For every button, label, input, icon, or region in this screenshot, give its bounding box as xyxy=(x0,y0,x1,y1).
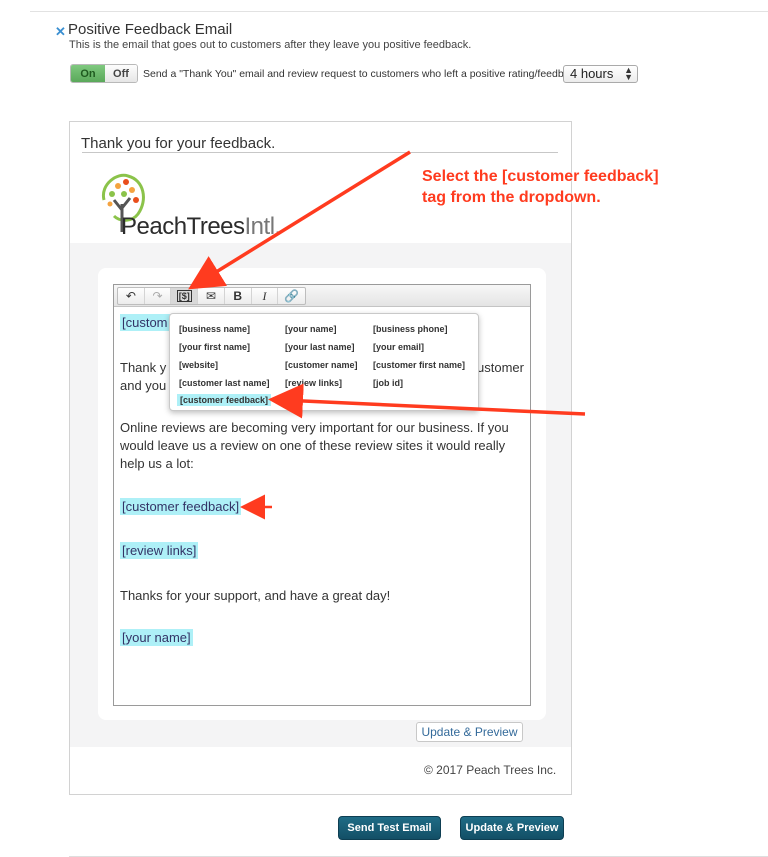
email-footer-copyright: © 2017 Peach Trees Inc. xyxy=(424,763,557,777)
link-icon[interactable]: 🔗 xyxy=(278,288,305,304)
logo-wordmark: PeachTreesIntl. xyxy=(121,213,281,241)
subject-underline xyxy=(82,152,558,153)
tag-your-name: [your name] xyxy=(120,629,193,646)
italic-icon[interactable]: I xyxy=(252,288,279,304)
toggle-off[interactable]: Off xyxy=(105,65,137,82)
top-divider xyxy=(30,11,768,12)
updown-arrows-icon: ▲ ▼ xyxy=(624,65,633,82)
toggle-on[interactable]: On xyxy=(71,65,105,82)
body-paragraph: Online reviews are becoming very importa… xyxy=(120,420,509,471)
tag-review-links: [review links] xyxy=(120,542,199,559)
update-preview-link-button[interactable]: Update & Preview xyxy=(416,722,523,742)
redo-icon[interactable]: ↷ xyxy=(145,288,172,304)
email-subject[interactable]: Thank you for your feedback. xyxy=(81,135,275,152)
dropdown-item[interactable]: [customer first name] xyxy=(373,360,465,370)
hours-select-value: 4 hours xyxy=(570,66,614,81)
dropdown-item[interactable]: [your first name] xyxy=(179,342,250,352)
tag-dropdown: [business name] [your name] [business ph… xyxy=(169,313,479,411)
on-off-toggle[interactable]: On Off xyxy=(70,64,138,83)
section-description: This is the email that goes out to custo… xyxy=(69,39,472,51)
dropdown-item[interactable]: [job id] xyxy=(373,378,403,388)
logo-main: PeachTrees xyxy=(121,213,245,240)
body-line2-start: and you xyxy=(120,378,167,393)
body-thanks: Thanks for your support, and have a grea… xyxy=(120,588,391,603)
dropdown-item[interactable]: [customer last name] xyxy=(179,378,270,388)
update-preview-button[interactable]: Update & Preview xyxy=(460,816,564,840)
dropdown-item[interactable]: [your email] xyxy=(373,342,424,352)
logo-light: Intl. xyxy=(244,213,282,240)
dropdown-item[interactable]: [website] xyxy=(179,360,218,370)
toolbar-button-group: ↶ ↷ [$] ✉ B I 🔗 xyxy=(117,287,306,305)
dropdown-item[interactable]: [your last name] xyxy=(285,342,355,352)
dropdown-item[interactable]: [your name] xyxy=(285,324,337,334)
undo-icon[interactable]: ↶ xyxy=(118,288,145,304)
dropdown-item[interactable]: [business phone] xyxy=(373,324,448,334)
dropdown-item-customer-feedback[interactable]: [customer feedback] xyxy=(177,394,272,406)
send-test-email-button[interactable]: Send Test Email xyxy=(338,816,441,840)
body-line1-start: Thank y xyxy=(120,360,167,375)
annotation-line2: tag from the dropdown. xyxy=(422,189,601,206)
dropdown-item[interactable]: [review links] xyxy=(285,378,342,388)
annotation-callout: Select the [customer feedback] tag from … xyxy=(422,166,659,208)
dropdown-item[interactable]: [business name] xyxy=(179,324,250,334)
tag-customer-partial: [custom xyxy=(120,314,170,331)
insert-tag-icon[interactable]: [$] xyxy=(171,288,199,304)
email-open-icon[interactable]: ✉ xyxy=(198,288,225,304)
send-delay-label: Send a "Thank You" email and review requ… xyxy=(143,68,595,80)
tag-customer-feedback: [customer feedback] xyxy=(120,498,242,515)
body-line1-end: ustomer xyxy=(477,360,524,375)
close-icon[interactable]: ✕ xyxy=(55,24,66,40)
section-title: Positive Feedback Email xyxy=(68,21,233,38)
hours-select[interactable]: 4 hours ▲ ▼ xyxy=(563,65,638,83)
annotation-line1: Select the [customer feedback] xyxy=(422,168,659,185)
dropdown-item[interactable]: [customer name] xyxy=(285,360,358,370)
bold-icon[interactable]: B xyxy=(225,288,252,304)
